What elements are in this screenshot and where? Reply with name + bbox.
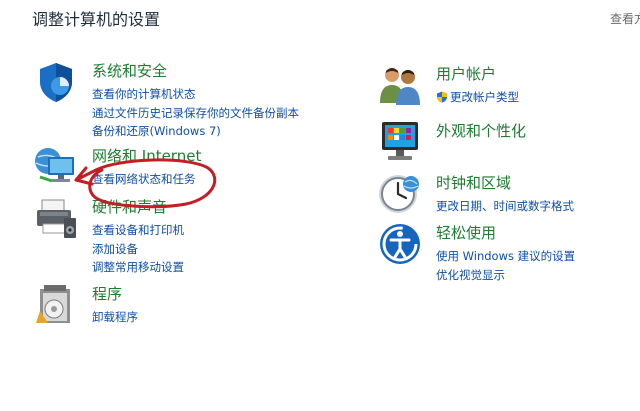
link-view-network-status[interactable]: 查看网络状态和任务	[92, 170, 196, 189]
link-view-computer-status[interactable]: 查看你的计算机状态	[92, 85, 299, 104]
category-title-ease-of-access[interactable]: 轻松使用	[436, 222, 496, 243]
link-file-history-backup[interactable]: 通过文件历史记录保存你的文件备份副本	[92, 104, 299, 123]
category-title-appearance[interactable]: 外观和个性化	[436, 120, 526, 141]
shield-icon[interactable]	[34, 60, 78, 104]
link-optimize-visual-display[interactable]: 优化视觉显示	[436, 266, 575, 285]
link-windows-recommended-settings[interactable]: 使用 Windows 建议的设置	[436, 247, 575, 266]
link-change-account-type-label: 更改帐户类型	[450, 90, 519, 104]
uac-shield-icon	[437, 91, 447, 103]
link-uninstall-program[interactable]: 卸载程序	[92, 308, 138, 327]
link-devices-printers[interactable]: 查看设备和打印机	[92, 221, 184, 240]
network-icon[interactable]	[34, 145, 78, 189]
category-title-system-security[interactable]: 系统和安全	[92, 60, 167, 81]
page-title: 调整计算机的设置	[32, 10, 161, 29]
category-title-hardware-sound[interactable]: 硬件和声音	[92, 196, 167, 217]
category-title-user-accounts[interactable]: 用户帐户	[436, 63, 496, 84]
link-mobility-settings[interactable]: 调整常用移动设置	[92, 258, 184, 277]
category-title-programs[interactable]: 程序	[92, 283, 122, 304]
link-date-time-format[interactable]: 更改日期、时间或数字格式	[436, 197, 574, 216]
ease-of-access-icon[interactable]	[378, 222, 422, 266]
users-icon[interactable]	[378, 63, 422, 107]
link-change-account-type[interactable]: 更改帐户类型	[436, 88, 519, 107]
monitor-icon[interactable]	[378, 120, 422, 164]
clock-icon[interactable]	[378, 172, 422, 216]
link-backup-restore[interactable]: 备份和还原(Windows 7)	[92, 122, 299, 141]
category-title-clock-region[interactable]: 时钟和区域	[436, 172, 511, 193]
category-title-network-internet[interactable]: 网络和 Internet	[92, 145, 201, 166]
printer-icon[interactable]	[34, 196, 78, 240]
link-add-device[interactable]: 添加设备	[92, 240, 184, 259]
view-by-label[interactable]: 查看方	[610, 10, 640, 27]
programs-icon[interactable]	[34, 283, 78, 327]
